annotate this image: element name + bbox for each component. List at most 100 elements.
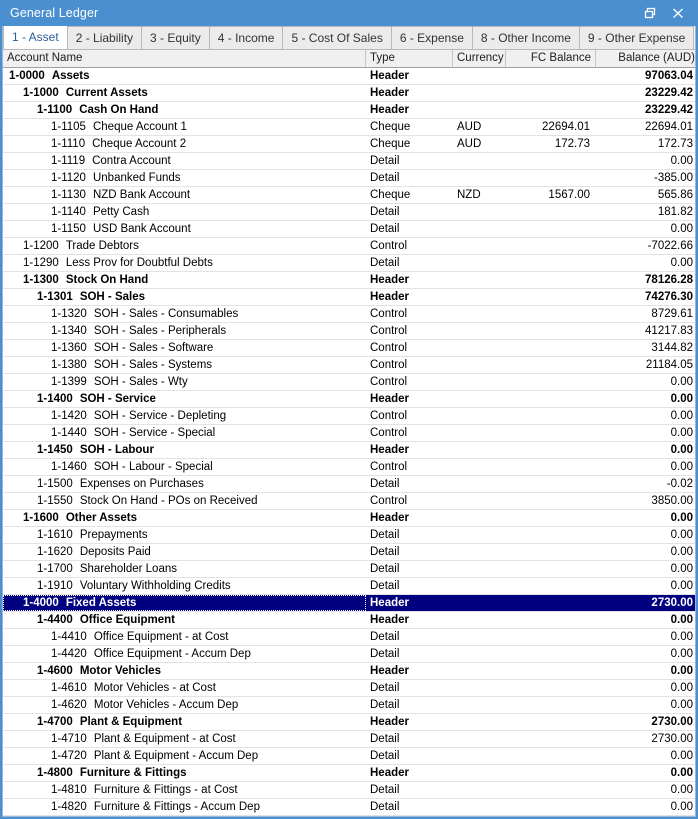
- table-row[interactable]: 1-1100 Cash On Hand Header 23229.42: [3, 102, 695, 119]
- account-type-cell[interactable]: Header: [366, 68, 453, 84]
- account-fc-balance-cell[interactable]: [506, 646, 596, 662]
- account-fc-balance-cell[interactable]: [506, 612, 596, 628]
- account-fc-balance-cell[interactable]: [506, 204, 596, 220]
- account-name-cell[interactable]: 1-4820 Furniture & Fittings - Accum Dep: [3, 799, 366, 815]
- account-currency-cell[interactable]: [453, 731, 506, 747]
- account-currency-cell[interactable]: [453, 476, 506, 492]
- account-name-cell[interactable]: 1-1500 Expenses on Purchases: [3, 476, 366, 492]
- account-balance-cell[interactable]: -7022.66: [596, 238, 695, 254]
- account-name-cell[interactable]: 1-1420 SOH - Service - Depleting: [3, 408, 366, 424]
- account-name-cell[interactable]: 1-4700 Plant & Equipment: [3, 714, 366, 730]
- account-name-cell[interactable]: 1-4410 Office Equipment - at Cost: [3, 629, 366, 645]
- account-name-cell[interactable]: 1-1150 USD Bank Account: [3, 221, 366, 237]
- account-currency-cell[interactable]: [453, 323, 506, 339]
- account-fc-balance-cell[interactable]: [506, 731, 596, 747]
- account-type-cell[interactable]: Detail: [366, 544, 453, 560]
- account-name-cell[interactable]: 1-1700 Shareholder Loans: [3, 561, 366, 577]
- table-row[interactable]: 1-1120 Unbanked Funds Detail -385.00: [3, 170, 695, 187]
- account-type-cell[interactable]: Detail: [366, 221, 453, 237]
- account-balance-cell[interactable]: 3144.82: [596, 340, 695, 356]
- account-name-cell[interactable]: 1-1360 SOH - Sales - Software: [3, 340, 366, 356]
- account-type-cell[interactable]: Detail: [366, 782, 453, 798]
- account-name-cell[interactable]: 1-1440 SOH - Service - Special: [3, 425, 366, 441]
- account-name-cell[interactable]: 1-1620 Deposits Paid: [3, 544, 366, 560]
- table-row[interactable]: 1-1460 SOH - Labour - Special Control 0.00: [3, 459, 695, 476]
- account-currency-cell[interactable]: [453, 714, 506, 730]
- account-type-cell[interactable]: Header: [366, 85, 453, 101]
- table-row[interactable]: 1-4620 Motor Vehicles - Accum Dep Detail 0.…: [3, 697, 695, 714]
- account-currency-cell[interactable]: [453, 204, 506, 220]
- account-name-cell[interactable]: 1-4600 Motor Vehicles: [3, 663, 366, 679]
- account-balance-cell[interactable]: -0.02: [596, 476, 695, 492]
- table-row[interactable]: 1-1600 Other Assets Header 0.00: [3, 510, 695, 527]
- account-balance-cell[interactable]: 0.00: [596, 544, 695, 560]
- account-currency-cell[interactable]: [453, 510, 506, 526]
- account-type-cell[interactable]: Detail: [366, 476, 453, 492]
- account-balance-cell[interactable]: 0.00: [596, 799, 695, 815]
- account-fc-balance-cell[interactable]: [506, 102, 596, 118]
- account-fc-balance-cell[interactable]: [506, 306, 596, 322]
- account-fc-balance-cell[interactable]: [506, 323, 596, 339]
- account-name-cell[interactable]: 1-1399 SOH - Sales - Wty: [3, 374, 366, 390]
- account-name-cell[interactable]: 1-1110 Cheque Account 2: [3, 136, 366, 152]
- account-type-cell[interactable]: Detail: [366, 204, 453, 220]
- account-balance-cell[interactable]: 3850.00: [596, 493, 695, 509]
- table-row[interactable]: 1-4700 Plant & Equipment Header 2730.00: [3, 714, 695, 731]
- account-type-cell[interactable]: Cheque: [366, 187, 453, 203]
- table-row[interactable]: 1-4710 Plant & Equipment - at Cost Detail 2…: [3, 731, 695, 748]
- account-type-cell[interactable]: Header: [366, 612, 453, 628]
- account-type-cell[interactable]: Header: [366, 595, 453, 611]
- account-currency-cell[interactable]: [453, 680, 506, 696]
- account-currency-cell[interactable]: [453, 102, 506, 118]
- table-row[interactable]: 1-1399 SOH - Sales - Wty Control 0.00: [3, 374, 695, 391]
- column-header-type[interactable]: Type: [366, 50, 453, 67]
- account-fc-balance-cell[interactable]: [506, 68, 596, 84]
- account-type-cell[interactable]: Header: [366, 663, 453, 679]
- close-icon[interactable]: [670, 5, 686, 21]
- account-fc-balance-cell[interactable]: [506, 442, 596, 458]
- column-header-name[interactable]: Account Name: [3, 50, 366, 67]
- account-fc-balance-cell[interactable]: [506, 170, 596, 186]
- account-name-cell[interactable]: 1-1290 Less Prov for Doubtful Debts: [3, 255, 366, 271]
- account-type-cell[interactable]: Control: [366, 238, 453, 254]
- account-currency-cell[interactable]: [453, 357, 506, 373]
- account-currency-cell[interactable]: [453, 663, 506, 679]
- account-name-cell[interactable]: 1-1200 Trade Debtors: [3, 238, 366, 254]
- account-balance-cell[interactable]: 0.00: [596, 765, 695, 781]
- account-balance-cell[interactable]: 0.00: [596, 748, 695, 764]
- account-balance-cell[interactable]: -385.00: [596, 170, 695, 186]
- account-fc-balance-cell[interactable]: [506, 782, 596, 798]
- account-fc-balance-cell[interactable]: [506, 391, 596, 407]
- tab-4-income[interactable]: 4 - Income: [209, 26, 284, 49]
- account-balance-cell[interactable]: 2730.00: [596, 731, 695, 747]
- account-currency-cell[interactable]: [453, 289, 506, 305]
- account-type-cell[interactable]: Header: [366, 391, 453, 407]
- account-type-cell[interactable]: Detail: [366, 731, 453, 747]
- account-fc-balance-cell[interactable]: [506, 629, 596, 645]
- account-type-cell[interactable]: Detail: [366, 527, 453, 543]
- account-name-cell[interactable]: 1-1140 Petty Cash: [3, 204, 366, 220]
- account-balance-cell[interactable]: 0.00: [596, 153, 695, 169]
- table-row[interactable]: 1-0000 Assets Header 97063.04: [3, 68, 695, 85]
- table-row[interactable]: 1-1620 Deposits Paid Detail 0.00: [3, 544, 695, 561]
- account-name-cell[interactable]: 1-4000 Fixed Assets: [3, 595, 366, 611]
- account-balance-cell[interactable]: 0.00: [596, 663, 695, 679]
- account-fc-balance-cell[interactable]: [506, 374, 596, 390]
- account-currency-cell[interactable]: [453, 255, 506, 271]
- account-currency-cell[interactable]: [453, 561, 506, 577]
- account-fc-balance-cell[interactable]: [506, 748, 596, 764]
- account-currency-cell[interactable]: [453, 408, 506, 424]
- account-name-cell[interactable]: 1-1300 Stock On Hand: [3, 272, 366, 288]
- account-type-cell[interactable]: Cheque: [366, 119, 453, 135]
- account-currency-cell[interactable]: [453, 697, 506, 713]
- account-fc-balance-cell[interactable]: [506, 578, 596, 594]
- account-fc-balance-cell[interactable]: [506, 595, 596, 611]
- account-currency-cell[interactable]: [453, 782, 506, 798]
- account-balance-cell[interactable]: 565.86: [596, 187, 695, 203]
- table-row[interactable]: 1-1340 SOH - Sales - Peripherals Control 41…: [3, 323, 695, 340]
- account-currency-cell[interactable]: [453, 527, 506, 543]
- column-header-currency[interactable]: Currency: [453, 50, 506, 67]
- account-fc-balance-cell[interactable]: [506, 153, 596, 169]
- account-type-cell[interactable]: Header: [366, 714, 453, 730]
- account-currency-cell[interactable]: [453, 493, 506, 509]
